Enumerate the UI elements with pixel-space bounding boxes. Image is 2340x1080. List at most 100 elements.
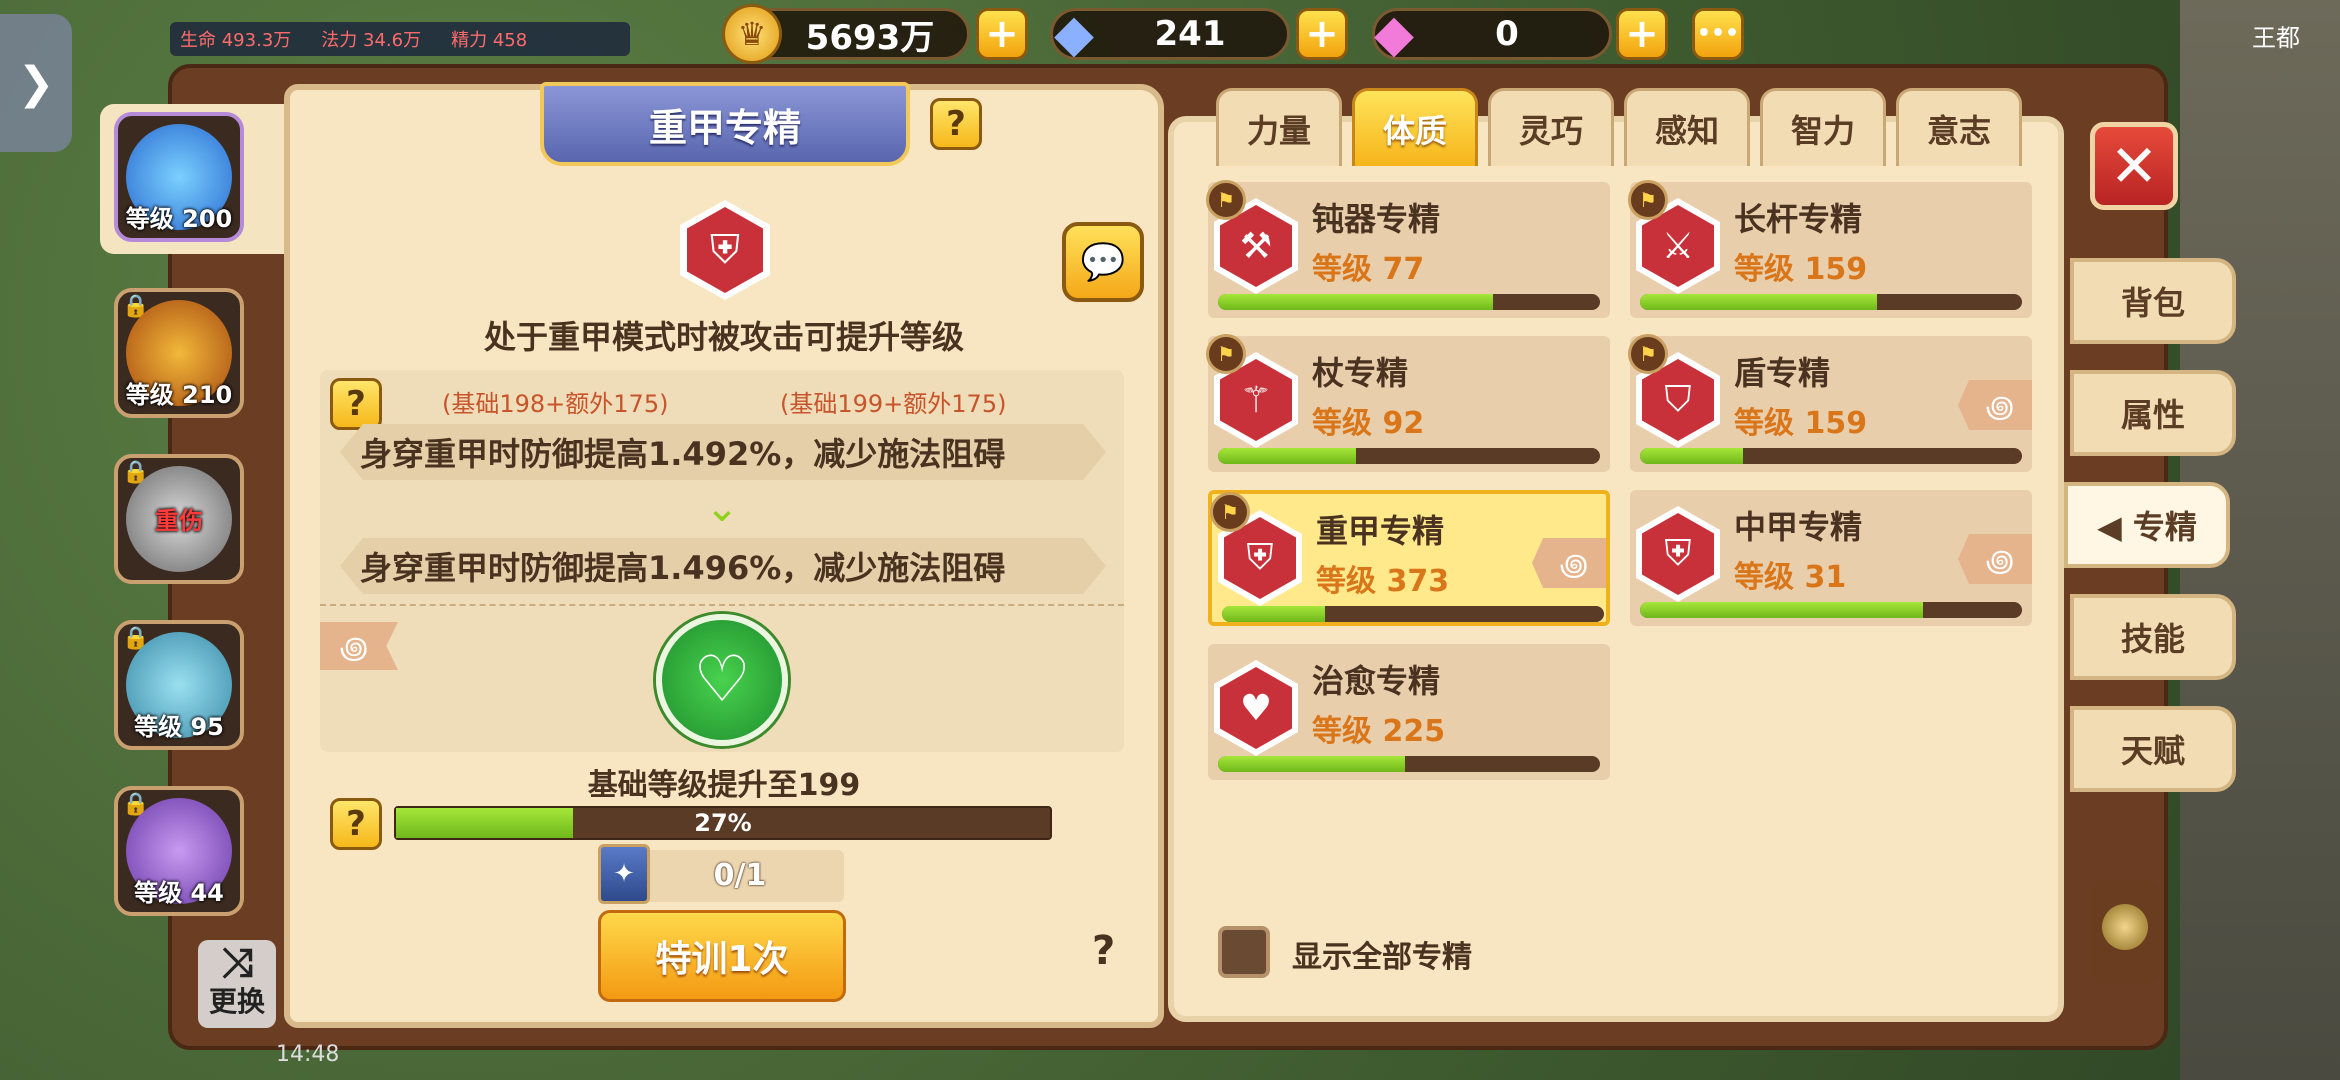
tab-2[interactable]: 灵巧: [1488, 88, 1614, 166]
swirl-icon[interactable]: ꩜: [1532, 538, 1606, 588]
flag-icon: ⚑: [1206, 334, 1246, 374]
add-gold-button[interactable]: +: [976, 8, 1028, 60]
close-icon: ✕: [2109, 132, 2159, 200]
spec-name: 盾专精: [1734, 354, 1831, 392]
spec-name: 长杆专精: [1734, 200, 1863, 238]
injured-status: 重伤: [155, 507, 203, 535]
expand-panel-button[interactable]: ❯: [0, 14, 72, 152]
character-slot[interactable]: 🔒 重伤: [114, 454, 244, 584]
train-once-button[interactable]: 特训1次: [598, 910, 846, 1002]
more-button[interactable]: •••: [1692, 8, 1744, 60]
plus-icon: +: [985, 11, 1019, 57]
base-level-text: 基础等级提升至199: [587, 768, 861, 803]
character-slot[interactable]: 🔒 等级 210: [114, 288, 244, 418]
spec-description: 处于重甲模式时被攻击可提升等级: [483, 318, 964, 356]
more-icon: •••: [1696, 21, 1740, 46]
spec-card[interactable]: ⚒ ⚑ 钝器专精 等级 77: [1206, 180, 1610, 318]
plus-icon: +: [1305, 11, 1339, 57]
current-effect: 身穿重甲时防御提高1.492%，减少施法阻碍: [340, 424, 1106, 480]
spec-progress-fill: [1640, 294, 1877, 310]
swirl-icon: ꩜: [320, 622, 398, 670]
clock-text: 14:48: [276, 1042, 340, 1067]
title-help-button[interactable]: ?: [930, 98, 982, 150]
side-menu-item[interactable]: 属性: [2070, 370, 2236, 456]
question-icon: ?: [346, 384, 366, 424]
spec-card[interactable]: ⚔ ⚑ 长杆专精 等级 159: [1628, 180, 2032, 318]
character-slot[interactable]: 等级 200: [114, 112, 244, 242]
swirl-icon[interactable]: ꩜: [1958, 380, 2032, 430]
spec-level: 等级 31: [1734, 560, 1847, 595]
character-list: 等级 200 🔒 等级 210 🔒 重伤 🔒 等级 95 🔒 等级 44: [100, 104, 290, 1020]
add-gem-button[interactable]: +: [1616, 8, 1668, 60]
close-button[interactable]: ✕: [2090, 122, 2178, 210]
spec-progress-fill: [1218, 294, 1494, 310]
spec-name: 治愈专精: [1312, 662, 1441, 700]
tab-5[interactable]: 意志: [1896, 88, 2022, 166]
spec-progress-bar: [1222, 606, 1604, 622]
question-icon: ?: [946, 104, 966, 144]
spec-card[interactable]: ⛨ 中甲专精 等级 31 ꩜: [1630, 490, 2032, 626]
spec-card[interactable]: ⛉ ⚑ 盾专精 等级 159 ꩜: [1628, 334, 2032, 472]
swirl-icon[interactable]: ꩜: [1958, 534, 2032, 584]
spec-progress-fill: [1218, 756, 1406, 772]
spec-level: 等级 92: [1312, 406, 1425, 441]
question-icon: ?: [346, 804, 366, 844]
spec-progress-bar: [1640, 448, 2022, 464]
swap-icon: ⤨: [221, 940, 253, 986]
character-level: 等级 200: [125, 205, 233, 233]
book-clasp: [2090, 880, 2160, 984]
flag-icon: ⚑: [1628, 180, 1668, 220]
spec-card[interactable]: ⛨ ⚑ 重甲专精 等级 373 ꩜: [1208, 490, 1610, 626]
character-level: 等级 44: [134, 879, 224, 907]
current-bonus: (基础198+额外175): [442, 390, 669, 418]
heal-icon: ♥: [1214, 660, 1298, 756]
side-menu-item[interactable]: 天赋: [2070, 706, 2236, 792]
side-menu-item[interactable]: ◀ 专精: [2064, 482, 2230, 568]
spec-level: 等级 159: [1734, 406, 1868, 441]
next-effect: 身穿重甲时防御提高1.496%，减少施法阻碍: [340, 538, 1106, 594]
plus-icon: +: [1625, 11, 1659, 57]
spec-progress-bar: [1218, 756, 1600, 772]
double-chevron-down-icon: ⌄: [705, 485, 739, 531]
chat-button[interactable]: 💬: [1062, 222, 1144, 302]
show-all-checkbox[interactable]: [1218, 926, 1270, 978]
swap-label: 更换: [208, 985, 265, 1018]
spec-card[interactable]: ⚚ ⚑ 杖专精 等级 92: [1206, 334, 1610, 472]
spec-progress-fill: [1640, 602, 1923, 618]
divider: [320, 604, 1124, 606]
spec-name: 杖专精: [1312, 354, 1409, 392]
character-stats-bar: 生命 493.3万 法力 34.6万 精力 458: [170, 22, 630, 56]
flag-icon: ⚑: [1210, 492, 1250, 532]
show-all-label: 显示全部专精: [1292, 940, 1472, 975]
hp-stat: 生命 493.3万: [180, 30, 292, 51]
tab-4[interactable]: 智力: [1760, 88, 1886, 166]
crown-coin-icon: ♛: [722, 4, 782, 64]
spec-name: 中甲专精: [1734, 508, 1863, 546]
flag-icon: ⚑: [1206, 180, 1246, 220]
progress-text: 27%: [694, 809, 752, 837]
spec-card[interactable]: ♥ 治愈专精 等级 225: [1208, 644, 1610, 780]
tab-3[interactable]: 感知: [1624, 88, 1750, 166]
character-slot[interactable]: 🔒 等级 95: [114, 620, 244, 750]
side-menu-item[interactable]: 技能: [2070, 594, 2236, 680]
effect-help-button[interactable]: ?: [330, 378, 382, 430]
spec-progress-fill: [1640, 448, 1744, 464]
spec-progress-bar: [1640, 602, 2022, 618]
side-menu-item[interactable]: 背包: [2070, 258, 2236, 344]
tab-1[interactable]: 体质: [1352, 88, 1478, 166]
spirit-stat: 精力 458: [451, 30, 528, 51]
clasp-button-icon: [2102, 904, 2148, 950]
character-slot[interactable]: 🔒 等级 44: [114, 786, 244, 916]
chevron-right-icon: ❯: [17, 57, 55, 109]
tab-0[interactable]: 力量: [1216, 88, 1342, 166]
spec-progress-bar: [1218, 294, 1600, 310]
progress-help-button[interactable]: ?: [330, 798, 382, 850]
swap-button[interactable]: ⤨ 更换: [198, 940, 276, 1028]
spec-progress-bar: [1640, 294, 2022, 310]
help-icon[interactable]: ?: [1092, 928, 1115, 974]
spec-progress-bar: [1218, 448, 1600, 464]
heartbeat-icon[interactable]: ♡: [656, 614, 788, 746]
spec-name: 钝器专精: [1312, 200, 1441, 238]
add-diamond-button[interactable]: +: [1296, 8, 1348, 60]
character-level: 等级 210: [125, 381, 233, 409]
